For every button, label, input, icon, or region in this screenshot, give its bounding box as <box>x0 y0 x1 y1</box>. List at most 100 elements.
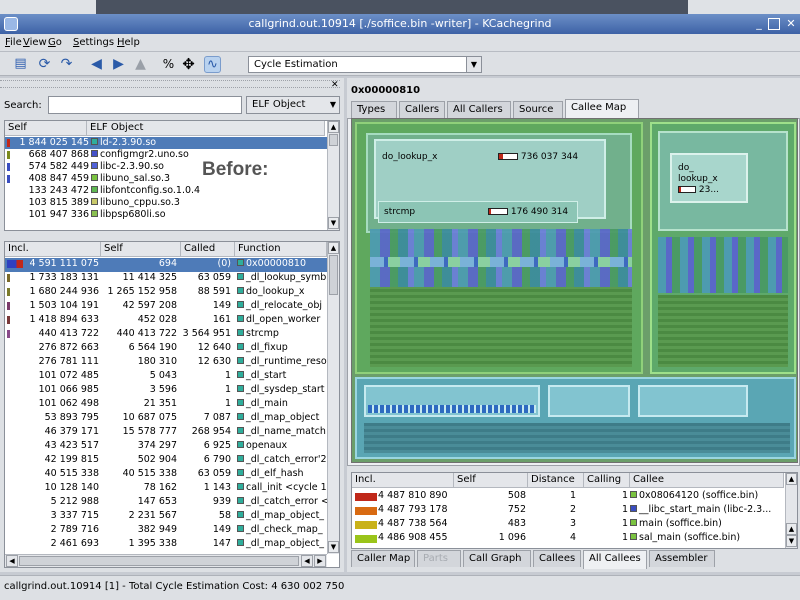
percent-button[interactable]: % <box>160 56 177 73</box>
treemap-lower-fill[interactable] <box>364 423 790 453</box>
close-dock-icon[interactable]: ✕ <box>331 80 339 90</box>
scroll-right-icon[interactable]: ▶ <box>314 555 326 567</box>
tab-callers[interactable]: Callers <box>399 101 445 118</box>
tab-callee-map[interactable]: Callee Map <box>565 99 639 118</box>
forward-icon[interactable]: ▶ <box>110 56 127 73</box>
function-row[interactable]: 5 212 988 147 653 939 _dl_catch_error < <box>5 496 339 510</box>
function-row[interactable]: 101 062 498 21 351 1 _dl_main <box>5 398 339 412</box>
chevron-down-icon[interactable]: ▼ <box>466 57 481 72</box>
callee-row[interactable]: 4 486 908 455 1 096 4 1 sal_main (soffice.bi… <box>352 532 784 546</box>
scrollbar[interactable]: ▲ ▲ ▼ <box>785 473 797 548</box>
callee-row[interactable]: 4 487 810 890 508 1 1 0x08064120 (soffice.bi… <box>352 490 784 504</box>
col-header-incl[interactable]: Incl. <box>352 473 454 488</box>
scroll-thumb[interactable] <box>329 134 338 146</box>
treemap-block-fill[interactable] <box>370 287 632 367</box>
cost-type-select[interactable]: Cycle Estimation ▼ <box>248 56 482 73</box>
scroll-up-icon[interactable]: ▲ <box>328 121 339 133</box>
col-header-elf-object[interactable]: ELF Object <box>87 121 325 136</box>
maximize-icon[interactable] <box>768 18 780 30</box>
scroll-down-icon[interactable]: ▼ <box>328 541 339 553</box>
elf-row[interactable]: 103 815 389 libuno_cppu.so.3 <box>5 197 339 209</box>
callee-row[interactable]: 4 487 793 178 752 2 1 __libc_start_main (lib… <box>352 504 784 518</box>
col-header-self[interactable]: Self <box>454 473 528 488</box>
horizontal-scrollbar[interactable]: ◀ ◀ ▶ <box>5 554 327 567</box>
menu-help[interactable]: Help <box>117 37 140 48</box>
close-icon[interactable]: ✕ <box>784 17 798 31</box>
scroll-thumb[interactable] <box>329 255 338 295</box>
function-row[interactable]: 10 128 140 78 162 1 143 call_init <cycle 1 <box>5 482 339 496</box>
function-row[interactable]: 101 066 985 3 596 1 _dl_sysdep_start <box>5 384 339 398</box>
scroll-up-icon[interactable]: ▲ <box>328 242 339 254</box>
function-row[interactable]: 40 515 338 40 515 338 63 059 _dl_elf_hash <box>5 468 339 482</box>
function-row[interactable]: 101 072 485 5 043 1 _dl_start <box>5 370 339 384</box>
col-header-self[interactable]: Self <box>101 242 181 257</box>
function-row[interactable]: 276 781 111 180 310 12 630 _dl_runtime_reso <box>5 356 339 370</box>
reload-icon[interactable]: ⟳ <box>36 56 53 73</box>
elf-row[interactable]: 1 844 025 145 ld-2.3.90.so <box>5 137 339 149</box>
function-row[interactable]: 2 461 693 1 395 338 147 _dl_map_object_ <box>5 538 339 552</box>
back-icon[interactable]: ◀ <box>88 56 105 73</box>
function-row[interactable]: 2 789 716 382 949 149 _dl_check_map_ <box>5 524 339 538</box>
scroll-down-icon[interactable]: ▼ <box>786 535 797 547</box>
scroll-left-icon[interactable]: ◀ <box>6 555 18 567</box>
minimize-icon[interactable]: _ <box>752 17 766 31</box>
menu-go[interactable]: Go <box>48 37 62 48</box>
treemap-block-lower-c[interactable] <box>638 385 748 417</box>
menu-settings[interactable]: Settings <box>73 37 114 48</box>
dock-grip[interactable] <box>0 80 340 88</box>
treemap-block-lower-b[interactable] <box>548 385 630 417</box>
tab-assembler[interactable]: Assembler <box>649 550 715 567</box>
elf-row[interactable]: 133 243 472 libfontconfig.so.1.0.4 <box>5 185 339 197</box>
function-row[interactable]: 1 733 183 131 11 414 325 63 059 _dl_lookup_… <box>5 272 339 286</box>
scrollbar[interactable]: ▲ ▼ <box>327 121 339 230</box>
function-row[interactable]: 1 418 894 633 452 028 161 dl_open_worker <box>5 314 339 328</box>
col-header-function[interactable]: Function <box>235 242 327 257</box>
elf-row[interactable]: 574 582 449 libc-2.3.90.so <box>5 161 339 173</box>
tab-caller-map[interactable]: Caller Map <box>351 550 415 567</box>
col-header-calling[interactable]: Calling <box>584 473 630 488</box>
function-row[interactable]: 43 423 517 374 297 6 925 openaux <box>5 440 339 454</box>
function-row[interactable]: 440 413 722 440 413 722 3 564 951 strcmp <box>5 328 339 342</box>
up-icon[interactable]: ▲ <box>132 56 149 73</box>
tab-all-callers[interactable]: All Callers <box>447 101 511 118</box>
function-row[interactable]: 3 337 715 2 231 567 58 _dl_map_object_ <box>5 510 339 524</box>
treemap-lower-tiles[interactable] <box>368 405 536 413</box>
function-row[interactable]: 4 591 111 075 694 (0) 0x00000810 <box>5 258 339 272</box>
cycle-icon[interactable]: ∿ <box>204 56 221 73</box>
col-header-incl[interactable]: Incl. <box>5 242 101 257</box>
search-input[interactable] <box>48 96 242 114</box>
open-icon[interactable]: ▤ <box>12 56 29 73</box>
function-row[interactable]: 276 872 663 6 564 190 12 640 _dl_fixup <box>5 342 339 356</box>
menu-file[interactable]: File <box>5 37 22 48</box>
menu-view[interactable]: View <box>23 37 47 48</box>
function-row[interactable]: 42 199 815 502 904 6 790 _dl_catch_error'2 <box>5 454 339 468</box>
col-header-self[interactable]: Self <box>5 121 87 136</box>
redo-icon[interactable]: ↷ <box>58 56 75 73</box>
chevron-down-icon[interactable]: ▼ <box>330 100 336 109</box>
tab-source[interactable]: Source <box>513 101 563 118</box>
function-row[interactable]: 1 680 244 936 1 265 152 958 88 591 do_looku… <box>5 286 339 300</box>
function-row[interactable]: 46 379 171 15 578 777 268 954 _dl_name_matc… <box>5 426 339 440</box>
scroll-up-icon[interactable]: ▲ <box>786 473 797 485</box>
scroll-left-icon[interactable]: ◀ <box>301 555 313 567</box>
callee-row[interactable]: 4 487 738 564 483 3 1 main (soffice.bin) <box>352 518 784 532</box>
col-header-distance[interactable]: Distance <box>528 473 584 488</box>
scroll-up-icon[interactable]: ▲ <box>786 523 797 535</box>
tab-types[interactable]: Types <box>351 101 397 118</box>
col-header-callee[interactable]: Callee <box>630 473 784 488</box>
treemap-tiles-row-2[interactable] <box>370 257 632 267</box>
scroll-down-icon[interactable]: ▼ <box>328 217 339 229</box>
treemap-block-right-fill[interactable] <box>658 295 788 367</box>
move-icon[interactable]: ✥ <box>180 56 197 73</box>
scroll-thumb[interactable] <box>19 556 299 566</box>
callee-treemap[interactable]: do_lookup_x 736 037 344 strcmp 176 490 3… <box>351 118 798 463</box>
function-row[interactable]: 53 893 795 10 687 075 7 087 _dl_map_object <box>5 412 339 426</box>
tab-all-callees[interactable]: All Callees <box>583 550 647 569</box>
window-titlebar[interactable]: callgrind.out.10914 [./soffice.bin -writ… <box>0 14 800 34</box>
group-type-select[interactable]: ELF Object ▼ <box>246 96 340 114</box>
elf-row[interactable]: 408 847 459 libuno_sal.so.3 <box>5 173 339 185</box>
elf-row[interactable]: 101 947 336 libpsp680li.so <box>5 209 339 221</box>
function-row[interactable]: 1 503 104 191 42 597 208 149 _dl_relocate_o… <box>5 300 339 314</box>
tab-parts[interactable]: Parts <box>417 550 461 567</box>
tab-callees[interactable]: Callees <box>533 550 581 567</box>
